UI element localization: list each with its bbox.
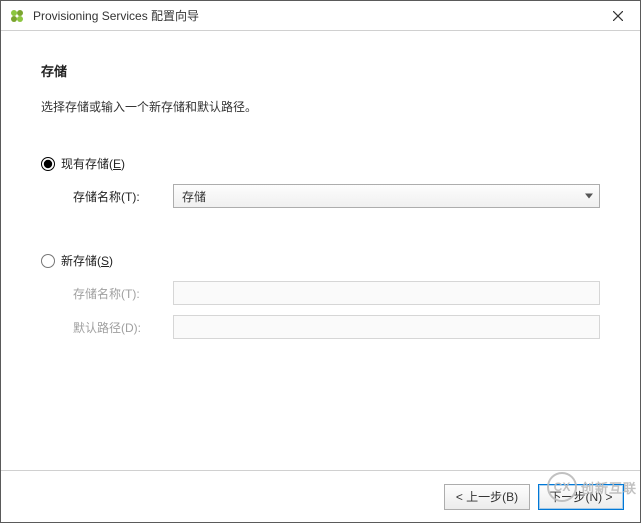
existing-storage-name-row: 存储名称(T): 存储 (73, 184, 600, 208)
existing-storage-radio[interactable]: 现有存储(E) (41, 155, 600, 172)
new-storage-path-row: 默认路径(D): (73, 315, 600, 339)
existing-storage-name-label: 存储名称(T): (73, 188, 173, 205)
existing-storage-selected-value: 存储 (182, 188, 206, 205)
page-subtitle: 选择存储或输入一个新存储和默认路径。 (41, 98, 600, 115)
wizard-window: Provisioning Services 配置向导 存储 选择存储或输入一个新… (0, 0, 641, 523)
existing-storage-radio-label: 现有存储(E) (61, 155, 125, 172)
storage-choice-group: 现有存储(E) 存储名称(T): 存储 新存储(S) 存储名称(T): (41, 155, 600, 339)
chevron-down-icon (585, 194, 593, 199)
existing-storage-select[interactable]: 存储 (173, 184, 600, 208)
new-storage-path-label: 默认路径(D): (73, 319, 173, 336)
new-storage-radio[interactable]: 新存储(S) (41, 252, 600, 269)
new-storage-name-input[interactable] (173, 281, 600, 305)
new-storage-radio-input[interactable] (41, 254, 55, 268)
new-storage-radio-label: 新存储(S) (61, 252, 113, 269)
new-storage-name-row: 存储名称(T): (73, 281, 600, 305)
window-title: Provisioning Services 配置向导 (33, 7, 199, 24)
wizard-content: 存储 选择存储或输入一个新存储和默认路径。 现有存储(E) 存储名称(T): 存… (1, 31, 640, 470)
wizard-footer: < 上一步(B) 下一步(N) > (1, 470, 640, 522)
page-heading: 存储 (41, 61, 600, 80)
back-button[interactable]: < 上一步(B) (444, 484, 530, 510)
existing-storage-radio-input[interactable] (41, 157, 55, 171)
next-button[interactable]: 下一步(N) > (538, 484, 624, 510)
new-storage-name-label: 存储名称(T): (73, 285, 173, 302)
new-storage-path-input[interactable] (173, 315, 600, 339)
titlebar: Provisioning Services 配置向导 (1, 1, 640, 31)
close-button[interactable] (595, 1, 640, 30)
app-icon (9, 8, 25, 24)
